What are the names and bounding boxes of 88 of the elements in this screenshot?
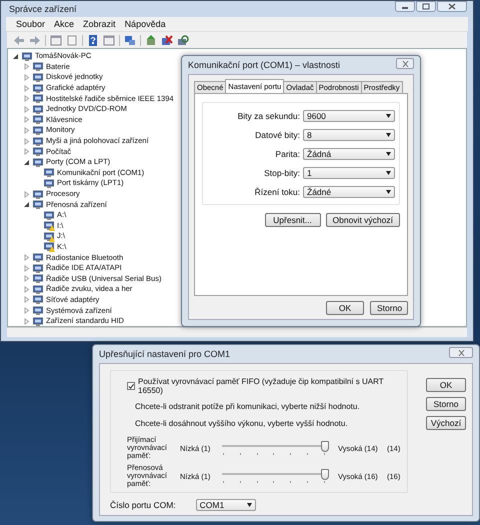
device-icon <box>33 115 43 124</box>
device-icon <box>33 295 43 304</box>
dialog-button[interactable]: Storno <box>426 397 466 411</box>
device-icon <box>44 232 54 241</box>
device-icon <box>33 126 43 135</box>
computer-icon[interactable] <box>124 34 136 46</box>
dropdown[interactable]: Žádné <box>303 186 395 198</box>
dropdown-arrow-icon <box>386 114 391 118</box>
device-icon <box>33 306 43 316</box>
menu-item[interactable]: Akce <box>54 19 74 29</box>
device-icon <box>44 210 54 220</box>
dropdown[interactable]: COM1 <box>196 499 256 511</box>
device-icon <box>33 274 43 284</box>
device-icon <box>33 190 43 199</box>
hint-text: Chcete-li odstranit potíže při komunikaci, vyberte nižší hodnotu. <box>135 402 361 411</box>
window-icon[interactable] <box>50 34 62 46</box>
device-icon <box>33 264 43 273</box>
field-label: Bity za sekundu: <box>238 111 300 121</box>
dropdown-arrow-icon <box>386 190 391 194</box>
field-label: Stop-bity: <box>264 168 300 178</box>
device-icon <box>33 72 43 82</box>
hint-text: Chcete-li dosáhnout vyššího výkonu, vyberte vyšší hodnotu. <box>135 419 349 428</box>
close-icon <box>458 350 464 356</box>
close-icon <box>448 3 456 10</box>
slider[interactable] <box>219 440 329 456</box>
dialog-title: Upřesňující nastavení pro COM1 <box>99 349 230 359</box>
dropdown-arrow-icon <box>246 503 252 507</box>
dropdown-arrow-icon <box>386 152 391 156</box>
device-icon <box>33 253 43 262</box>
device-icon <box>33 147 43 156</box>
dialog-title: Komunikační port (COM1) – vlastnosti <box>188 60 340 70</box>
checkbox-label: Používat vyrovnávací paměť FIFO (vyžaduje čip kompatibilní s UART 16550) <box>138 377 384 395</box>
device-icon <box>33 62 43 72</box>
window-title: Správce zařízení <box>8 4 77 14</box>
device-icon <box>33 284 43 294</box>
action-button[interactable]: Upřesnit... <box>264 213 321 227</box>
expander-icon[interactable] <box>12 52 19 60</box>
slider[interactable] <box>219 468 329 484</box>
menu-item[interactable]: Nápověda <box>124 19 166 29</box>
device-icon <box>33 316 43 326</box>
checkbox[interactable] <box>127 382 135 390</box>
menu-item[interactable]: Zobrazit <box>83 19 116 29</box>
device-icon <box>33 104 43 114</box>
dropdown-arrow-icon <box>386 171 391 175</box>
update-icon[interactable] <box>145 34 157 46</box>
dialog-button[interactable]: OK <box>426 378 466 392</box>
device-icon <box>33 84 43 93</box>
dialog-button[interactable]: Výchozí <box>426 416 466 430</box>
action-button[interactable]: Obnovit výchozí <box>326 213 400 227</box>
dropdown[interactable]: 9600 <box>303 110 395 122</box>
dropdown[interactable]: Žádná <box>303 148 395 160</box>
device-icon <box>44 242 54 252</box>
close-button[interactable] <box>437 1 467 12</box>
dropdown-arrow-icon <box>386 133 391 137</box>
close-icon <box>402 60 408 66</box>
scan-icon[interactable] <box>177 34 189 46</box>
close-button[interactable] <box>449 347 473 358</box>
dialog-button[interactable]: Storno <box>370 301 408 315</box>
dropdown[interactable]: 1 <box>303 167 395 179</box>
slider-thumb[interactable] <box>321 469 329 480</box>
minimize-button[interactable] <box>395 1 415 12</box>
field-label: Číslo portu COM: <box>110 500 176 510</box>
window-icon[interactable] <box>103 34 115 46</box>
device-icon <box>44 168 54 178</box>
dialog-button[interactable]: OK <box>326 301 364 315</box>
menu-item[interactable]: Soubor <box>16 19 46 29</box>
help-icon[interactable] <box>87 34 99 46</box>
device-icon <box>22 52 32 61</box>
expander-icon[interactable] <box>23 158 30 166</box>
slider-thumb[interactable] <box>321 441 329 452</box>
remove-icon[interactable] <box>161 34 173 46</box>
device-icon <box>33 200 43 210</box>
expander-icon[interactable] <box>23 201 30 208</box>
device-icon <box>33 158 43 167</box>
maximize-icon <box>422 3 430 10</box>
field-label: Parita: <box>275 149 300 159</box>
page-icon[interactable] <box>66 34 78 46</box>
dropdown[interactable]: 8 <box>303 129 395 141</box>
forward-arrow-icon[interactable] <box>29 34 41 46</box>
close-button[interactable] <box>396 58 414 69</box>
device-icon <box>44 221 54 230</box>
device-icon <box>33 136 43 146</box>
device-icon <box>44 178 54 188</box>
field-label: Řízení toku: <box>254 187 300 197</box>
maximize-button[interactable] <box>416 1 436 12</box>
back-arrow-icon[interactable] <box>13 34 25 46</box>
device-icon <box>33 94 43 104</box>
field-label: Datové bity: <box>255 130 300 140</box>
